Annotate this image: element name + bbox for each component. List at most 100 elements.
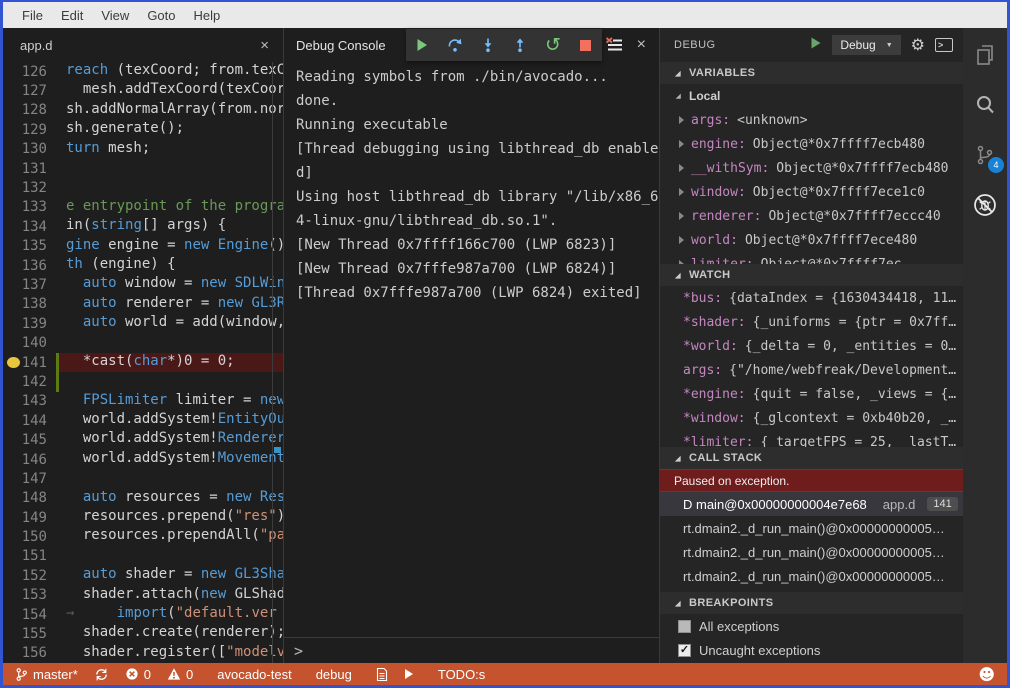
menu-item-view[interactable]: View	[92, 8, 138, 23]
code-line[interactable]: 142	[3, 372, 283, 391]
close-icon[interactable]: ×	[637, 36, 646, 54]
stack-frame-row[interactable]: rt.dmain2._d_run_main()@0x00000000005…	[660, 564, 963, 588]
watch-section-header[interactable]: WATCH	[660, 264, 963, 286]
code-line[interactable]: 137 auto window = new SDLWin	[3, 275, 283, 294]
close-icon[interactable]: ×	[260, 38, 269, 53]
checkbox[interactable]: ✓	[678, 644, 691, 657]
stack-frame-row[interactable]: rt.dmain2._d_run_main()@0x00000000005…	[660, 540, 963, 564]
watch-row[interactable]: *window:{_glcontext = 0xb40b20, _…	[660, 406, 963, 430]
stack-frame-row[interactable]: D main@0x00000000004e7e68app.d141	[660, 492, 963, 516]
code-line[interactable]: 152 auto shader = new GL3Sha	[3, 566, 283, 585]
clear-console-button[interactable]	[605, 37, 623, 58]
code-line[interactable]: 145 world.addSystem!Renderer	[3, 430, 283, 449]
code-line[interactable]: 135gine engine = new Engine()	[3, 237, 283, 256]
error-count[interactable]: 0	[125, 667, 151, 682]
code-line[interactable]: 130turn mesh;	[3, 140, 283, 159]
variable-row[interactable]: __withSym:Object@*0x7ffff7ecb480	[660, 156, 963, 180]
git-branch-status[interactable]: master*	[15, 667, 78, 682]
open-console-icon[interactable]: >	[935, 38, 953, 52]
variable-row[interactable]: window:Object@*0x7ffff7ece1c0	[660, 180, 963, 204]
menu-item-help[interactable]: Help	[185, 8, 230, 23]
breakpoints-header-label: BREAKPOINTS	[689, 597, 773, 609]
code-line[interactable]: 156 shader.register(["modelv	[3, 644, 283, 663]
restart-button[interactable]: ↺	[544, 36, 562, 54]
code-line[interactable]: 155 shader.create(renderer);	[3, 624, 283, 643]
debug-repl-input[interactable]: >	[284, 637, 659, 663]
run-task-button[interactable]	[404, 668, 414, 680]
tab-app-d[interactable]: app.d ×	[3, 28, 283, 62]
feedback-smiley-icon[interactable]: ☻	[978, 665, 995, 684]
checkbox[interactable]	[678, 620, 691, 633]
code-line[interactable]: 151	[3, 547, 283, 566]
scope-local[interactable]: Local	[660, 84, 963, 108]
frame-file: app.d	[883, 497, 916, 512]
breakpoint-icon[interactable]	[7, 357, 20, 368]
code-line[interactable]: 136th (engine) {	[3, 256, 283, 275]
variable-row[interactable]: limiter:Object@*0x7ffff7ec…	[660, 252, 963, 264]
variable-row[interactable]: world:Object@*0x7ffff7ece480	[660, 228, 963, 252]
watch-row[interactable]: *engine:{quit = false, _views = {…	[660, 382, 963, 406]
frame-label: rt.dmain2._d_run_main()@0x00000000005…	[683, 569, 945, 584]
editor-scrollbar[interactable]	[272, 62, 283, 663]
code-line[interactable]: 138 auto renderer = new GL3R	[3, 295, 283, 314]
code-area[interactable]: 126reach (texCoord; from.texC127 mesh.ad…	[3, 62, 283, 663]
code-line[interactable]: 141 *cast(char*)0 = 0;	[3, 353, 283, 372]
code-line[interactable]: 131	[3, 159, 283, 178]
menu-item-edit[interactable]: Edit	[52, 8, 92, 23]
code-line[interactable]: 139 auto world = add(window,	[3, 314, 283, 333]
activity-explorer-button[interactable]	[972, 42, 998, 68]
start-debug-button[interactable]	[810, 36, 822, 55]
code-line[interactable]: 147	[3, 469, 283, 488]
code-line[interactable]: 133e entrypoint of the progra	[3, 198, 283, 217]
line-number: 142	[3, 374, 47, 390]
menu-item-file[interactable]: File	[13, 8, 52, 23]
code-line[interactable]: 134in(string[] args) {	[3, 217, 283, 236]
stack-frame-row[interactable]: rt.dmain2._d_run_main()@0x00000000005…	[660, 516, 963, 540]
debug-mode-status[interactable]: debug	[316, 667, 352, 682]
code-line[interactable]: 146 world.addSystem!Movement	[3, 450, 283, 469]
variables-section-header[interactable]: VARIABLES	[660, 62, 963, 84]
step-out-button[interactable]	[511, 36, 529, 54]
line-number: 139	[3, 316, 47, 332]
activity-debug-button[interactable]	[972, 192, 998, 218]
step-over-button[interactable]	[446, 36, 464, 54]
project-name[interactable]: avocado-test	[217, 667, 291, 682]
code-line[interactable]: 143 FPSLimiter limiter = new	[3, 392, 283, 411]
variable-row[interactable]: args:<unknown>	[660, 108, 963, 132]
code-line[interactable]: 149 resources.prepend("res")	[3, 508, 283, 527]
continue-button[interactable]	[413, 36, 431, 54]
activity-search-button[interactable]	[972, 92, 998, 118]
variable-row[interactable]: engine:Object@*0x7ffff7ecb480	[660, 132, 963, 156]
code-line[interactable]: 154→ import("default.ver	[3, 605, 283, 624]
todo-status[interactable]: TODO:s	[438, 667, 485, 682]
activity-source-control-button[interactable]: 4	[972, 142, 998, 168]
report-button[interactable]	[376, 667, 388, 682]
code-line[interactable]: 140	[3, 333, 283, 352]
watch-row[interactable]: *shader:{_uniforms = {ptr = 0x7ff…	[660, 310, 963, 334]
code-text: auto renderer = new GL3R	[59, 295, 283, 314]
watch-row[interactable]: *limiter:{_targetFPS = 25, _lastT…	[660, 430, 963, 447]
code-line[interactable]: 150 resources.prependAll("pa	[3, 527, 283, 546]
debug-config-dropdown[interactable]: Debug ▼	[832, 35, 900, 55]
watch-row[interactable]: *bus:{dataIndex = {1630434418, 11…	[660, 286, 963, 310]
code-line[interactable]: 127 mesh.addTexCoord(texCoor	[3, 81, 283, 100]
code-line[interactable]: 128sh.addNormalArray(from.nor	[3, 101, 283, 120]
call-stack-section-header[interactable]: CALL STACK	[660, 447, 963, 469]
code-line[interactable]: 126reach (texCoord; from.texC	[3, 62, 283, 81]
menu-item-goto[interactable]: Goto	[138, 8, 184, 23]
variable-value: Object@*0x7ffff7ecb480	[776, 161, 948, 176]
code-line[interactable]: 129sh.generate();	[3, 120, 283, 139]
variable-row[interactable]: renderer:Object@*0x7ffff7eccc40	[660, 204, 963, 228]
code-line[interactable]: 132	[3, 178, 283, 197]
sync-button[interactable]	[94, 667, 109, 682]
code-line[interactable]: 148 auto resources = new Res	[3, 489, 283, 508]
code-line[interactable]: 153 shader.attach(new GLShad	[3, 586, 283, 605]
breakpoints-section-header[interactable]: BREAKPOINTS	[660, 592, 963, 614]
gear-icon[interactable]: ⚙	[911, 37, 925, 53]
step-into-button[interactable]	[479, 36, 497, 54]
warning-count[interactable]: 0	[167, 667, 193, 682]
code-line[interactable]: 144 world.addSystem!EntityOu	[3, 411, 283, 430]
watch-row[interactable]: *world:{_delta = 0, _entities = 0…	[660, 334, 963, 358]
stop-button[interactable]	[577, 36, 595, 54]
watch-row[interactable]: args:{"/home/webfreak/Development…	[660, 358, 963, 382]
